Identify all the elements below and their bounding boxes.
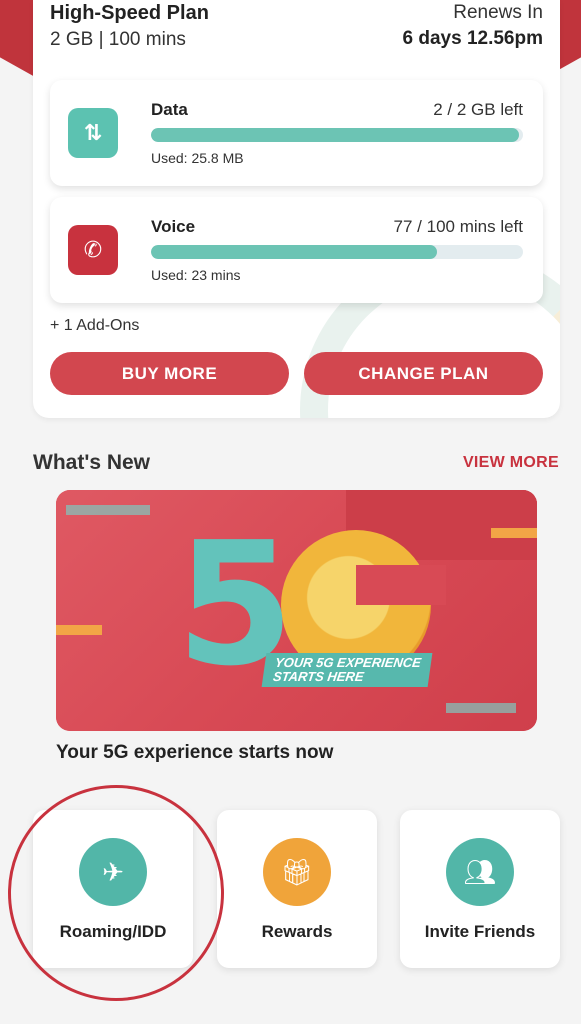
gift-icon: 🎁︎	[263, 838, 331, 906]
data-remaining: 2 / 2 GB left	[433, 100, 523, 119]
tile-label: Roaming/IDD	[59, 922, 167, 941]
view-more-link[interactable]: VIEW MORE	[463, 454, 559, 472]
plan-summary: 2 GB | 100 mins	[50, 29, 186, 50]
voice-progress-fill	[151, 245, 438, 259]
tile-label: Rewards	[261, 922, 333, 941]
renews-value: 6 days 12.56pm	[402, 28, 543, 49]
data-progress-fill	[151, 128, 520, 142]
banner-stripe	[56, 625, 102, 635]
plane-phone-icon: ✈	[79, 838, 147, 906]
tile-rewards[interactable]: 🎁︎ Rewards	[217, 810, 377, 968]
phone-icon: ✆	[68, 225, 118, 275]
banner-caption: Your 5G experience starts now	[56, 742, 334, 763]
tile-invite-friends[interactable]: 👥︎ Invite Friends	[400, 810, 560, 968]
plan-name: High-Speed Plan	[50, 2, 209, 24]
plan-card: High-Speed Plan 2 GB | 100 mins Renews I…	[33, 0, 560, 418]
data-title: Data	[151, 100, 188, 119]
banner-tagline-line1: YOUR 5G EXPERIENCE	[274, 655, 423, 670]
plan-header: High-Speed Plan 2 GB | 100 mins Renews I…	[50, 2, 543, 51]
voice-usage-card[interactable]: ✆ Voice 77 / 100 mins left Used: 23 mins	[50, 197, 543, 303]
promo-banner-5g[interactable]: 5 YOUR 5G EXPERIENCE STARTS HERE	[56, 490, 537, 731]
voice-remaining: 77 / 100 mins left	[393, 217, 523, 236]
buy-more-button[interactable]: BUY MORE	[50, 352, 289, 395]
addons-link[interactable]: + 1 Add-Ons	[50, 317, 139, 335]
data-usage-card[interactable]: ⇅ Data 2 / 2 GB left Used: 25.8 MB	[50, 80, 543, 186]
renews-label: Renews In	[453, 2, 543, 23]
banner-stripe	[66, 505, 150, 515]
arrows-up-down-icon: ⇅	[68, 108, 118, 158]
banner-tagline: YOUR 5G EXPERIENCE STARTS HERE	[261, 653, 433, 687]
banner-g-cut	[356, 565, 446, 605]
banner-stripe	[491, 528, 537, 538]
voice-progress-bar	[151, 245, 523, 259]
tile-label: Invite Friends	[424, 922, 536, 941]
banner-tagline-line2: STARTS HERE	[272, 669, 365, 684]
voice-used: Used: 23 mins	[151, 267, 241, 283]
tile-roaming-idd[interactable]: ✈ Roaming/IDD	[33, 810, 193, 968]
voice-title: Voice	[151, 217, 196, 236]
people-icon: 👥︎	[446, 838, 514, 906]
data-used: Used: 25.8 MB	[151, 150, 244, 166]
whats-new-title: What's New	[33, 451, 151, 474]
data-progress-bar	[151, 128, 523, 142]
change-plan-button[interactable]: CHANGE PLAN	[304, 352, 543, 395]
banner-stripe	[446, 703, 516, 713]
